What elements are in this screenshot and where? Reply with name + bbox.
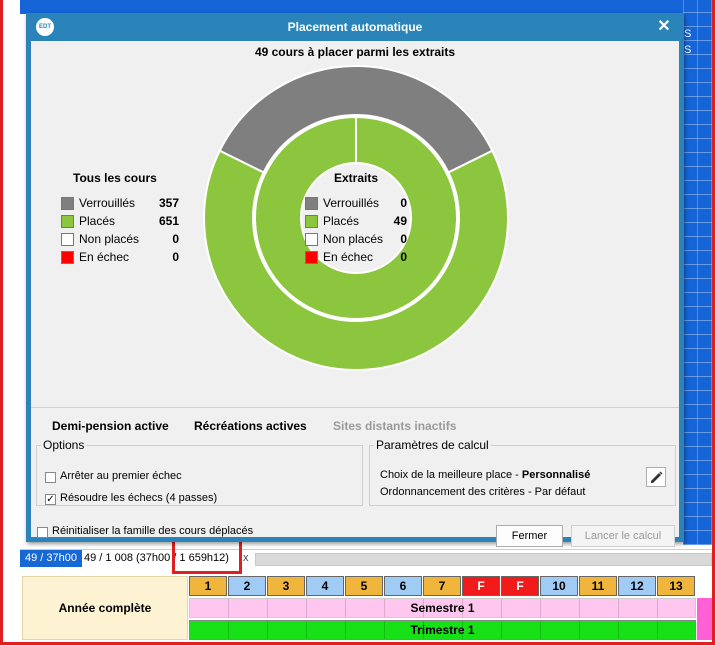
calendar-week-cell[interactable]: 5 [345, 576, 383, 596]
run-calculation-button[interactable]: Lancer le calcul [571, 525, 675, 547]
divider [31, 407, 679, 408]
stop-first-failure-checkbox[interactable] [45, 472, 56, 483]
background-grid-top [20, 0, 683, 14]
all-value: 357 [158, 196, 179, 210]
edit-pencil-icon[interactable] [646, 467, 666, 487]
ext-label: Non placés [323, 232, 384, 246]
status-selection[interactable]: 49 / 37h00 [20, 550, 82, 567]
background-grid-right [683, 0, 712, 545]
demi-pension-status: Demi-pension active [52, 419, 169, 433]
resolve-failures-checkbox[interactable]: ✓ [45, 494, 56, 505]
best-place-label: Choix de la meilleure place - [380, 469, 522, 481]
all-swatch [61, 233, 74, 246]
best-place-value: Personnalisé [521, 469, 591, 481]
calendar-week-cell[interactable]: 3 [267, 576, 305, 596]
calendar-week-cell[interactable]: 6 [384, 576, 422, 596]
trimestre-bar[interactable]: Trimestre 1 [189, 620, 696, 640]
ext-label: Placés [323, 214, 360, 228]
highlight-frame-left [0, 0, 3, 645]
options-legend: Options [43, 438, 85, 452]
ordering-setting: Ordonnancement des critères - Par défaut [380, 486, 586, 498]
calendar-week-cell[interactable]: F [462, 576, 500, 596]
background-side-label: S [684, 28, 692, 40]
all-value: 0 [172, 232, 179, 246]
calendar-week-cell[interactable]: 7 [423, 576, 461, 596]
ext-swatch [305, 233, 318, 246]
params-legend: Paramètres de calcul [376, 438, 489, 452]
calendar-week-cell[interactable]: 2 [228, 576, 266, 596]
extracts-title: Extraits [334, 171, 379, 185]
all-swatch [61, 251, 74, 264]
dialog-titlebar[interactable]: EDT Placement automatique ✕ [26, 13, 684, 41]
ext-value: 0 [400, 232, 407, 246]
calendar-week-cell[interactable]: 1 [189, 576, 227, 596]
all-label: Non placés [79, 232, 140, 246]
headline: 49 cours à placer parmi les extraits [254, 45, 456, 59]
ext-value: 0 [400, 196, 407, 210]
all-courses-title: Tous les cours [73, 171, 157, 185]
all-value: 651 [158, 214, 179, 228]
background-side-label: S [684, 44, 692, 56]
ext-swatch [305, 215, 318, 228]
dialog-body: 49 cours à placer parmi les extraits Tou… [31, 41, 679, 547]
resolve-failures-label[interactable]: Résoudre les échecs (4 passes) [60, 492, 217, 504]
calendar-row-label: Année complète [22, 576, 188, 640]
all-swatch [61, 197, 74, 210]
all-label: En échec [79, 250, 130, 264]
dialog-title: Placement automatique [287, 20, 423, 34]
semestre-bar[interactable]: Semestre 1 [189, 598, 696, 618]
ext-value: 49 [393, 214, 407, 228]
stop-first-failure-label[interactable]: Arrêter au premier échec [60, 470, 182, 482]
ext-label: En échec [323, 250, 374, 264]
all-label: Placés [79, 214, 116, 228]
recreations-status: Récréations actives [194, 419, 307, 433]
ext-swatch [305, 251, 318, 264]
reset-family-label[interactable]: Réinitialiser la famille des cours dépla… [52, 525, 253, 537]
close-icon[interactable]: ✕ [654, 17, 674, 37]
calendar-week-cell[interactable]: 11 [579, 576, 617, 596]
all-value: 0 [172, 250, 179, 264]
calendar-edge-cell [697, 598, 712, 640]
reset-family-checkbox[interactable] [37, 527, 48, 538]
all-label: Verrouillés [79, 196, 136, 210]
close-button[interactable]: Fermer [496, 525, 563, 547]
placement-dialog: EDT Placement automatique ✕ 49 cours à p… [26, 13, 684, 547]
calendar-week-cell[interactable]: 13 [657, 576, 695, 596]
status-scrollbar[interactable] [255, 553, 712, 566]
sites-status: Sites distants inactifs [333, 419, 457, 433]
ext-label: Verrouillés [323, 196, 380, 210]
ext-value: 0 [400, 250, 407, 264]
all-swatch [61, 215, 74, 228]
calendar-week-cell[interactable]: F [501, 576, 539, 596]
ext-swatch [305, 197, 318, 210]
calendar-week-cell[interactable]: 10 [540, 576, 578, 596]
status-close-icon[interactable]: x [243, 550, 249, 567]
calendar-week-cell[interactable]: 12 [618, 576, 656, 596]
best-place-setting: Choix de la meilleure place - Personnali… [380, 469, 590, 481]
calendar-week-cell[interactable]: 4 [306, 576, 344, 596]
